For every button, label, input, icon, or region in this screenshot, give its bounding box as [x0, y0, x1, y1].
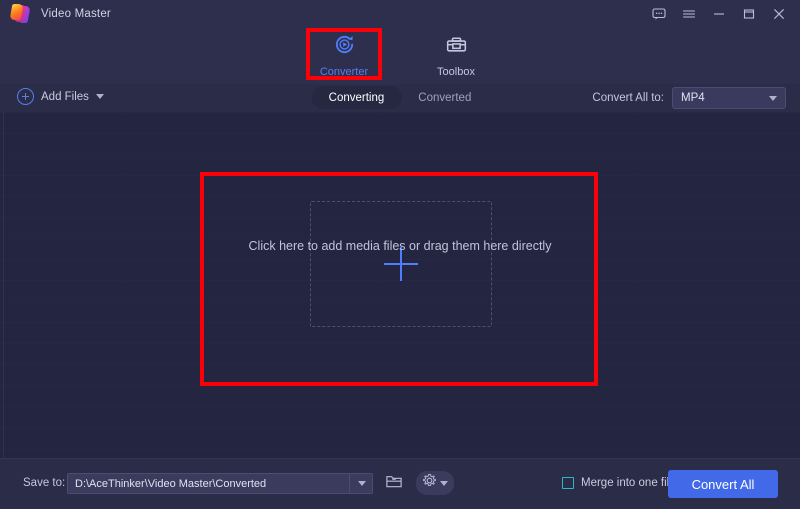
merge-into-one-file-checkbox[interactable]: Merge into one file	[562, 477, 676, 489]
save-path-dropdown[interactable]	[349, 473, 373, 494]
toolbar: Add Files Converting Converted Convert A…	[0, 84, 800, 112]
output-format-value: MP4	[681, 92, 705, 104]
minimize-icon[interactable]	[704, 0, 734, 27]
chevron-down-icon	[769, 95, 777, 101]
close-icon[interactable]	[764, 0, 794, 27]
feedback-icon[interactable]	[644, 0, 674, 27]
maximize-icon[interactable]	[734, 0, 764, 27]
title-bar: Video Master	[0, 0, 800, 27]
tab-converter-label: Converter	[319, 66, 369, 78]
add-media-dropzone[interactable]	[310, 201, 492, 327]
app-window: Video Master Converter Toolbox Add Files…	[0, 0, 800, 509]
main-tab-bar: Converter Toolbox	[0, 27, 800, 84]
browse-folder-button[interactable]	[383, 473, 405, 494]
checkbox-box	[562, 477, 574, 489]
gear-icon	[422, 473, 437, 493]
convert-all-button[interactable]: Convert All	[668, 470, 778, 498]
plus-circle-icon	[17, 88, 34, 105]
chevron-down-icon	[440, 480, 448, 486]
converter-icon	[333, 33, 356, 61]
tab-toolbox-label: Toolbox	[437, 66, 475, 78]
add-files-button[interactable]: Add Files	[17, 88, 104, 105]
segment-converted[interactable]: Converted	[401, 86, 488, 109]
save-to-label: Save to:	[23, 477, 66, 489]
segment-converting[interactable]: Converting	[311, 86, 402, 109]
save-path-value: D:\AceThinker\Video Master\Converted	[75, 477, 267, 490]
menu-icon[interactable]	[674, 0, 704, 27]
add-files-label: Add Files	[41, 90, 89, 103]
toolbox-icon	[445, 33, 468, 61]
main-content-area	[0, 112, 800, 458]
chevron-down-icon	[357, 481, 366, 486]
tab-toolbox[interactable]: Toolbox	[421, 33, 491, 78]
settings-button[interactable]	[416, 471, 454, 495]
dropzone-hint-text: Click here to add media files or drag th…	[248, 239, 552, 253]
convert-all-to-label: Convert All to:	[592, 92, 664, 104]
tab-converter[interactable]: Converter	[309, 33, 379, 78]
save-path-input[interactable]: D:\AceThinker\Video Master\Converted	[67, 473, 373, 494]
output-format-select[interactable]: MP4	[672, 87, 786, 109]
app-title: Video Master	[41, 7, 111, 20]
merge-into-one-file-label: Merge into one file	[581, 477, 676, 489]
folder-open-icon	[385, 473, 403, 494]
app-logo-icon	[9, 3, 32, 24]
window-controls	[644, 0, 794, 27]
convert-all-to-group: Convert All to: MP4	[592, 87, 786, 109]
status-filter-segmented: Converting Converted	[311, 86, 489, 109]
chevron-down-icon[interactable]	[95, 94, 104, 99]
